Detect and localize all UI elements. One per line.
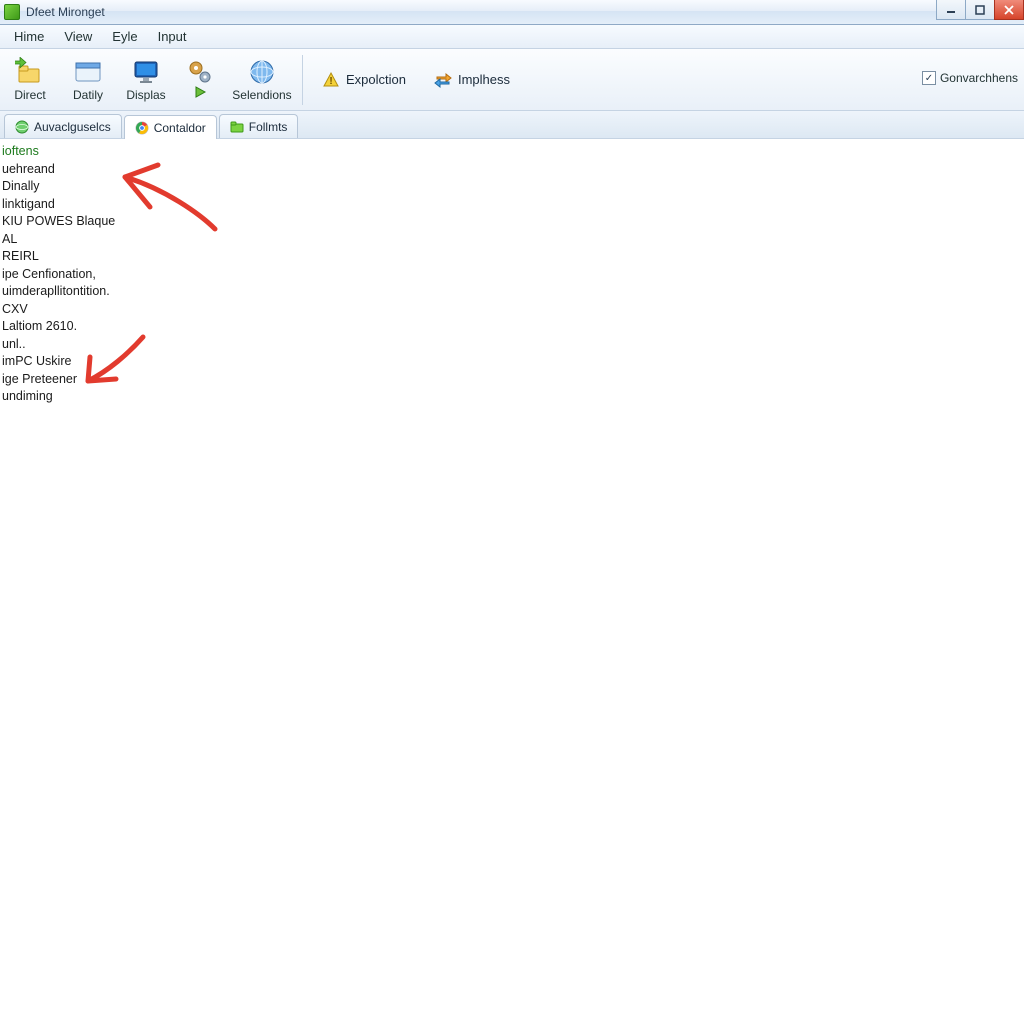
menu-eyle[interactable]: Eyle	[102, 26, 147, 47]
titlebar: Dfeet Mironget	[0, 0, 1024, 25]
chrome-icon	[135, 121, 149, 135]
toolbar-gears-button[interactable]	[180, 54, 220, 102]
list-item[interactable]: linktigand	[2, 196, 1024, 214]
toolbar-group-left: Direct Datily Displas	[6, 54, 294, 105]
toolbar-displas-label: Displas	[126, 88, 165, 102]
toolbar-expolction-label: Expolction	[346, 72, 406, 87]
list-item[interactable]: AL	[2, 231, 1024, 249]
content-area: ioftens uehreand Dinally linktigand KIU …	[0, 139, 1024, 1024]
menu-input[interactable]: Input	[148, 26, 197, 47]
list-item[interactable]: undiming	[2, 388, 1024, 406]
list-item[interactable]: REIRL	[2, 248, 1024, 266]
play-icon	[185, 85, 215, 99]
tab-follmts-label: Follmts	[249, 120, 288, 134]
list-item[interactable]: uehreand	[2, 161, 1024, 179]
tab-contaldor-label: Contaldor	[154, 121, 206, 135]
list-item[interactable]: ige Preteener	[2, 371, 1024, 389]
menu-hime[interactable]: Hime	[4, 26, 54, 47]
globe-icon	[247, 57, 277, 87]
toolbar-direct-label: Direct	[14, 88, 45, 102]
toolbar-implies-button[interactable]: Implhess	[423, 66, 521, 94]
gears-icon	[185, 57, 215, 87]
toolbar-datily-label: Datily	[73, 88, 103, 102]
list-header[interactable]: ioftens	[2, 143, 1024, 161]
list-item[interactable]: uimderapllitontition.	[2, 283, 1024, 301]
toolbar: Direct Datily Displas	[0, 49, 1024, 111]
toolbar-implies-label: Implhess	[458, 72, 510, 87]
maximize-button[interactable]	[965, 0, 995, 20]
item-list: ioftens uehreand Dinally linktigand KIU …	[0, 139, 1024, 406]
app-icon	[4, 4, 20, 20]
maximize-icon	[975, 5, 985, 15]
menu-view[interactable]: View	[54, 26, 102, 47]
folder-arrow-icon	[15, 57, 45, 87]
svg-text:!: !	[329, 76, 332, 87]
close-icon	[1004, 5, 1014, 15]
tab-bar: Auvaclguselcs Contaldor Follmts	[0, 111, 1024, 139]
minimize-button[interactable]	[936, 0, 966, 20]
tab-follmts[interactable]: Follmts	[219, 114, 299, 138]
toolbar-expolction-button[interactable]: ! Expolction	[311, 66, 417, 94]
monitor-icon	[131, 57, 161, 87]
window-icon	[73, 57, 103, 87]
toolbar-gonvarchhens-label: Gonvarchhens	[940, 71, 1018, 85]
close-button[interactable]	[994, 0, 1024, 20]
list-item[interactable]: Laltiom 2610.	[2, 318, 1024, 336]
toolbar-gonvarchhens-checkbox[interactable]: ✓ Gonvarchhens	[922, 71, 1018, 85]
tab-auvaclguselcs-label: Auvaclguselcs	[34, 120, 111, 134]
warning-triangle-icon: !	[322, 71, 340, 89]
list-item[interactable]: CXV	[2, 301, 1024, 319]
window-title: Dfeet Mironget	[26, 5, 105, 19]
toolbar-selendions-button[interactable]: Selendions	[230, 54, 294, 105]
list-item[interactable]: KIU POWES Blaque	[2, 213, 1024, 231]
folder-green-icon	[230, 120, 244, 134]
list-item[interactable]: ipe Cenfionation,	[2, 266, 1024, 284]
toolbar-selendions-label: Selendions	[232, 88, 291, 102]
globe-green-icon	[15, 120, 29, 134]
checkbox-icon: ✓	[922, 71, 936, 85]
menubar: Hime View Eyle Input	[0, 25, 1024, 49]
list-item[interactable]: imPC Uskire	[2, 353, 1024, 371]
swap-arrows-icon	[434, 71, 452, 89]
toolbar-datily-button[interactable]: Datily	[64, 54, 112, 105]
minimize-icon	[946, 5, 956, 15]
toolbar-displas-button[interactable]: Displas	[122, 54, 170, 105]
toolbar-separator	[302, 55, 303, 105]
tab-auvaclguselcs[interactable]: Auvaclguselcs	[4, 114, 122, 138]
window-buttons	[937, 0, 1024, 20]
tab-contaldor[interactable]: Contaldor	[124, 115, 217, 139]
list-item[interactable]: Dinally	[2, 178, 1024, 196]
list-item[interactable]: unl..	[2, 336, 1024, 354]
toolbar-direct-button[interactable]: Direct	[6, 54, 54, 105]
